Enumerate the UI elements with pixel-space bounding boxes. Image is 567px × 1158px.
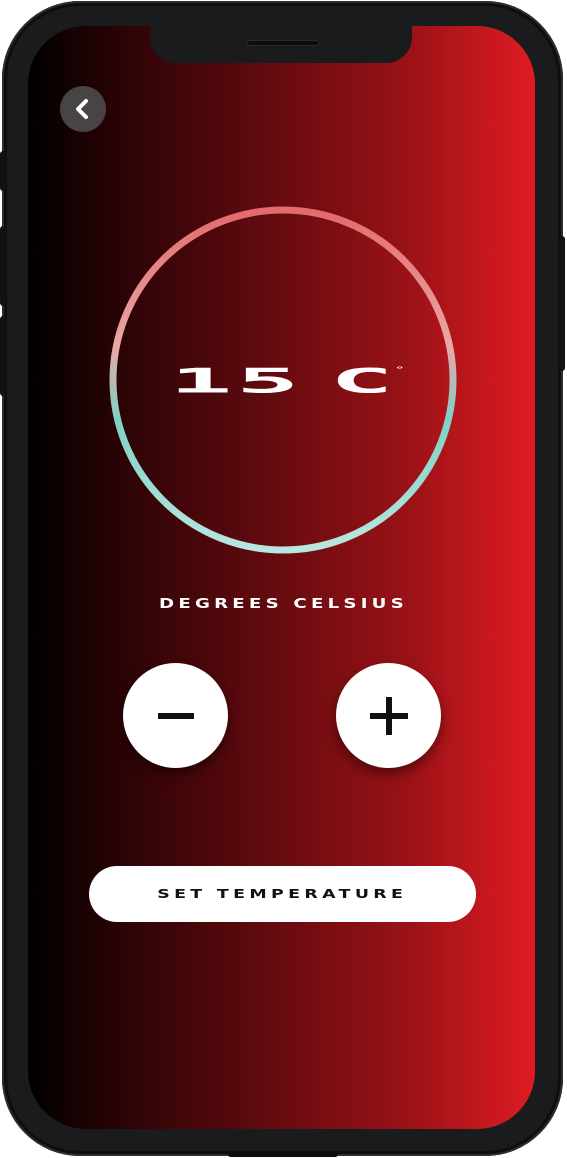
set-temperature-button[interactable]: SET TEMPERATURE bbox=[89, 866, 476, 922]
unit-label: DEGREES CELSIUS bbox=[159, 597, 408, 612]
minus-icon bbox=[157, 712, 194, 719]
increase-button[interactable] bbox=[336, 663, 441, 768]
set-temperature-label: SET TEMPERATURE bbox=[157, 887, 408, 901]
decrease-button[interactable] bbox=[123, 663, 228, 768]
volume-down-button bbox=[0, 316, 6, 396]
temperature-value: 15 ° C bbox=[169, 359, 405, 401]
temperature-unit: C bbox=[330, 359, 397, 401]
silent-switch bbox=[0, 151, 6, 191]
plus-icon bbox=[369, 696, 408, 735]
power-button bbox=[559, 236, 565, 371]
chevron-left-icon bbox=[76, 99, 88, 119]
temperature-number: 15 bbox=[169, 359, 303, 401]
temperature-readout: 15 ° C bbox=[107, 340, 459, 420]
volume-up-button bbox=[0, 226, 6, 306]
app-screen bbox=[28, 26, 535, 1129]
earpiece-speaker bbox=[247, 40, 319, 46]
back-button[interactable] bbox=[60, 86, 106, 132]
home-indicator bbox=[228, 1152, 338, 1157]
degree-symbol: ° bbox=[394, 365, 409, 372]
